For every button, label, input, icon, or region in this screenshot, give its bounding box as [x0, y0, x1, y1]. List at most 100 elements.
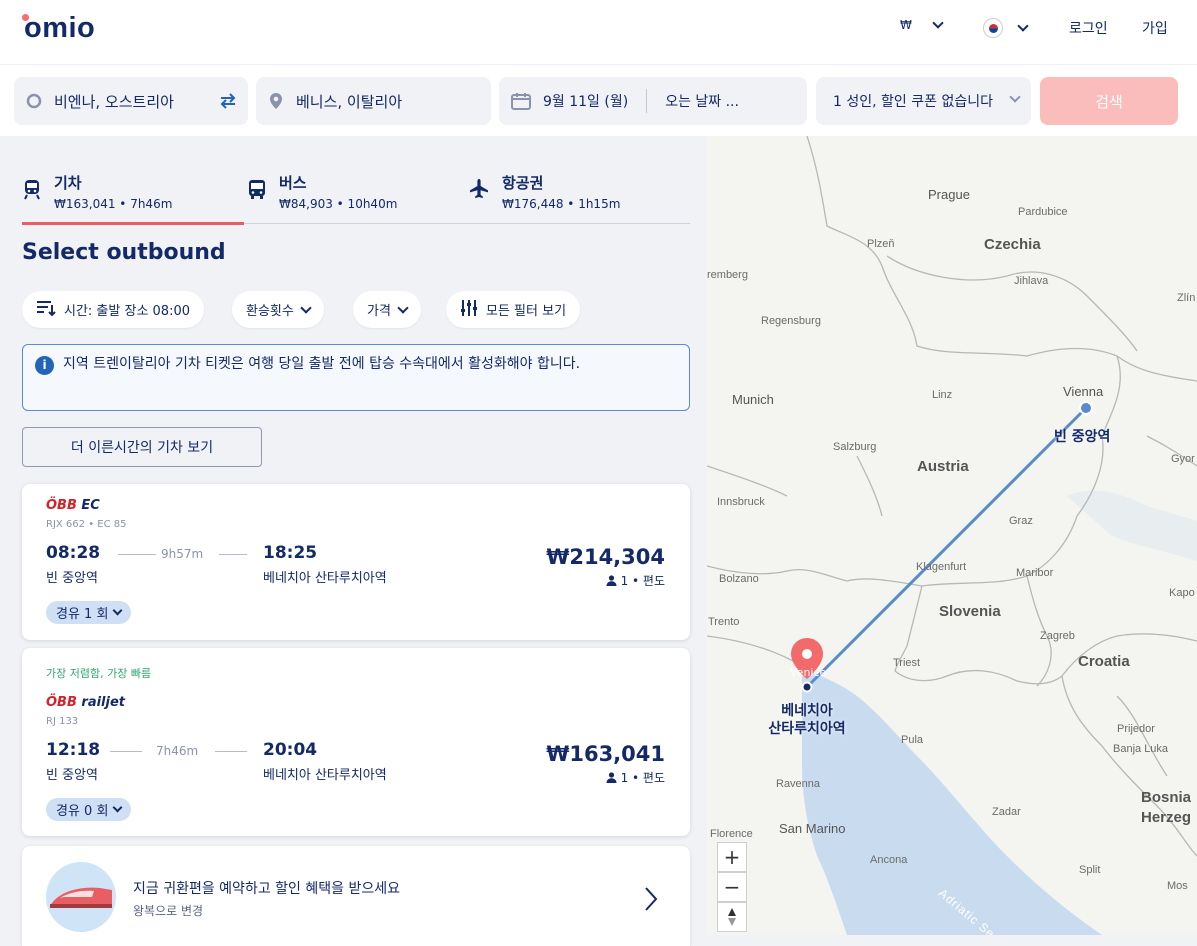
chevron-right-icon [644, 886, 658, 916]
map-label: Salzburg [833, 441, 877, 453]
earlier-trains-button[interactable]: 더 이른시간의 기차 보기 [22, 427, 262, 467]
map-label: Ancona [870, 854, 908, 866]
info-text: 지역 트렌이탈리아 기차 티켓은 여행 당일 출발 전에 탑승 수속대에서 활성… [63, 356, 581, 372]
page-title: Select outbound [22, 240, 226, 265]
tab-flights-summary: ₩176,448 • 1h15m [502, 197, 621, 211]
map-label: Ravenna [776, 778, 821, 790]
all-filters-label: 모든 필터 보기 [486, 304, 567, 319]
price: ₩214,304 [546, 545, 665, 569]
promo-subtitle: 왕복으로 변경 [133, 904, 204, 918]
top-bar: omio ₩ 로그인 가입 [0, 0, 1197, 64]
date-field[interactable]: 9월 11일 (월) 오는 날짜 ... [499, 77, 807, 125]
map-label: Linz [932, 389, 953, 401]
map-label: remberg [707, 269, 748, 281]
stops-label: 경유 1 회 [56, 607, 109, 622]
chevron-down-icon [112, 605, 123, 616]
map-label: Graz [1009, 515, 1033, 527]
stops-badge[interactable]: 경유 1 회 [46, 601, 132, 624]
zoom-in-button[interactable]: + [717, 842, 747, 872]
train-codes: RJ 133 [46, 716, 79, 727]
map-label: Pula [901, 734, 924, 746]
promo-title: 지금 귀환편을 예약하고 할인 혜택을 받으세요 [133, 881, 400, 897]
stops-badge[interactable]: 경유 0 회 [46, 798, 132, 821]
origin-value: 비엔나, 오스트리아 [54, 92, 174, 111]
map-canvas [707, 136, 1197, 935]
map-label: Bosnia [1141, 789, 1192, 806]
map-label: Slovenia [939, 603, 1001, 620]
train-illustration-icon [46, 862, 116, 932]
date-divider [646, 89, 648, 113]
omio-logo[interactable]: omio [24, 12, 95, 45]
result-card[interactable]: ÖBB EC RJX 662 • EC 85 08:28 9h57m 18:25… [22, 484, 690, 640]
arrive-time: 20:04 [263, 740, 318, 760]
search-bar: 비엔나, 오스트리아 베니스, 이탈리아 9월 11일 (월) 오는 날짜 ..… [0, 64, 1197, 136]
search-button[interactable]: 검색 [1040, 77, 1178, 125]
currency-selector[interactable]: ₩ [900, 17, 944, 32]
map-label: Croatia [1078, 653, 1130, 670]
arrive-time: 18:25 [263, 543, 318, 563]
sort-icon [36, 299, 56, 321]
map-label: Trento [708, 616, 740, 628]
chevron-down-icon [397, 301, 409, 314]
result-card[interactable]: 가장 저렴함, 가장 빠름 ÖBB railjet RJ 133 12:18 7… [22, 648, 690, 836]
active-tab-indicator [22, 222, 244, 225]
tab-train[interactable]: 기차 ₩163,041 • 7h46m [22, 166, 172, 224]
passenger-info: 1 • 편도 [606, 769, 665, 786]
all-filters-chip[interactable]: 모든 필터 보기 [446, 291, 581, 328]
transfers-filter-chip[interactable]: 환승횟수 [232, 291, 324, 328]
time-filter-chip[interactable]: 시간: 출발 장소 08:00 [22, 291, 205, 328]
dest-station-line: 산타루치아역 [768, 721, 846, 737]
calendar-icon [511, 92, 531, 110]
map-label: Jihlava [1014, 275, 1049, 287]
operator-logo: ÖBB railjet [46, 695, 125, 710]
map-label: Zlín [1177, 292, 1196, 304]
destination-value: 베니스, 이탈리아 [296, 92, 403, 111]
depart-time: 08:28 [46, 543, 101, 563]
swap-icon[interactable] [218, 91, 238, 115]
map-label: Herzeg [1141, 809, 1192, 826]
map-label: Prijedor [1117, 723, 1155, 735]
map-label: Maribor [1016, 567, 1054, 579]
origin-station-label: 빈 중앙역 [1054, 429, 1111, 445]
korea-flag-icon [983, 18, 1003, 38]
map-label: Innsbruck [717, 496, 765, 508]
map-label: Kapo [1169, 587, 1195, 599]
person-icon [606, 772, 617, 783]
route-map[interactable]: Prague Pardubice Plzeň Czechia Jihlava Z… [707, 136, 1197, 935]
duration-line [118, 554, 156, 555]
best-badge: 가장 저렴함, 가장 빠름 [46, 667, 152, 680]
tab-bus[interactable]: 버스 ₩84,903 • 10h40m [247, 166, 397, 224]
zoom-out-button[interactable]: − [717, 872, 747, 902]
signup-link[interactable]: 가입 [1142, 18, 1168, 38]
passenger-label: 1 • 편도 [620, 771, 665, 785]
map-label: Pardubice [1018, 206, 1068, 218]
tab-flights[interactable]: 항공권 ₩176,448 • 1h15m [468, 166, 620, 224]
price: ₩163,041 [546, 742, 665, 766]
map-label: San Marino [779, 821, 846, 836]
return-date[interactable]: 오는 날짜 ... [665, 91, 739, 111]
location-pin-icon [268, 92, 284, 110]
compass-icon[interactable] [717, 902, 747, 932]
return-promo-card[interactable]: 지금 귀환편을 예약하고 할인 혜택을 받으세요 왕복으로 변경 [22, 846, 690, 946]
passengers-field[interactable]: 1 성인, 할인 쿠폰 없습니다 [816, 77, 1031, 125]
origin-field[interactable]: 비엔나, 오스트리아 [14, 77, 248, 125]
arrive-station: 베네치아 산타루치아역 [263, 768, 387, 783]
map-label: Klagenfurt [916, 561, 967, 573]
currency-label: ₩ [900, 18, 912, 32]
language-selector[interactable] [983, 18, 1029, 38]
chevron-down-icon [300, 301, 312, 314]
tab-flights-label: 항공권 [502, 174, 544, 192]
chevron-down-icon [112, 802, 123, 813]
train-icon [22, 178, 42, 224]
trip-duration: 7h46m [156, 744, 199, 758]
passenger-label: 1 • 편도 [620, 574, 665, 588]
login-link[interactable]: 로그인 [1069, 18, 1108, 38]
map-label: Florence [710, 828, 753, 840]
destination-field[interactable]: 베니스, 이탈리아 [256, 77, 491, 125]
map-label: Prague [928, 187, 970, 202]
trip-duration: 9h57m [161, 547, 204, 561]
dest-city-label: Venice [790, 666, 827, 679]
price-filter-chip[interactable]: 가격 [353, 291, 421, 328]
train-codes: RJX 662 • EC 85 [46, 519, 127, 530]
depart-date[interactable]: 9월 11일 (월) [543, 91, 628, 111]
